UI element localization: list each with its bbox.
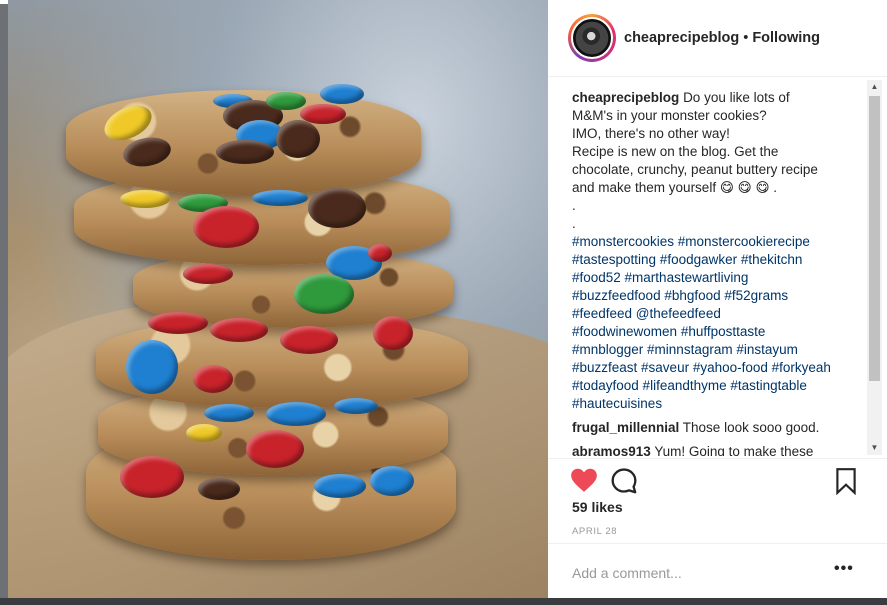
candy <box>308 188 366 228</box>
following-button[interactable]: Following <box>752 30 820 46</box>
candy <box>120 456 184 498</box>
comment-text: Yum! Going to make these <box>654 444 814 456</box>
caption-line: . <box>572 198 576 213</box>
candy <box>368 244 392 262</box>
scroll-down-arrow-icon[interactable]: ▼ <box>867 441 882 455</box>
hashtag-line[interactable]: #feedfeed @thefeedfeed <box>572 305 864 323</box>
candy <box>252 190 308 206</box>
post-date[interactable]: APRIL 28 <box>572 526 617 537</box>
comments-scrollbar[interactable]: ▲ ▼ <box>867 80 882 455</box>
caption-username[interactable]: cheaprecipeblog <box>572 90 679 105</box>
post-photo[interactable] <box>8 0 548 598</box>
candy <box>183 264 233 284</box>
heart-icon[interactable] <box>570 467 598 493</box>
candy <box>294 274 354 314</box>
comment-username[interactable]: abramos913 <box>572 444 651 456</box>
header-separator: • <box>743 30 749 46</box>
caption-line: Do you like lots of <box>683 90 790 105</box>
candy <box>193 365 233 393</box>
comment-input[interactable] <box>570 563 824 583</box>
candy <box>276 120 320 158</box>
caption-line: chocolate, crunchy, peanut buttery recip… <box>572 162 818 177</box>
add-comment-section: ••• <box>548 543 887 599</box>
candy <box>120 190 170 208</box>
candy <box>198 478 240 500</box>
hashtag-line[interactable]: #mnblogger #minnstagram #instayum <box>572 341 864 359</box>
more-options-icon[interactable]: ••• <box>834 560 858 580</box>
post-header: cheaprecipeblog • Following <box>548 0 887 77</box>
post-details-panel: cheaprecipeblog • Following cheaprecipeblo… <box>548 0 887 598</box>
hashtag-line[interactable]: #food52 #marthastewartliving <box>572 269 864 287</box>
modal-backdrop[interactable] <box>0 0 8 605</box>
candy <box>314 474 366 498</box>
avatar[interactable] <box>571 17 613 59</box>
action-bar <box>548 458 887 499</box>
candy <box>204 404 254 422</box>
candy <box>210 318 268 342</box>
candy <box>186 424 222 442</box>
comment-item: frugal_millennial Those look sooo good. <box>572 419 864 437</box>
caption-line: IMO, there's no other way! <box>572 126 730 141</box>
scroll-up-arrow-icon[interactable]: ▲ <box>867 80 882 94</box>
candy <box>370 466 414 496</box>
hashtag-line[interactable]: #tastespotting #foodgawker #thekitchn <box>572 251 864 269</box>
header-user-line: cheaprecipeblog • Following <box>624 30 820 46</box>
candy <box>320 84 364 104</box>
candy <box>266 92 306 110</box>
candy <box>334 398 378 414</box>
hashtag-line[interactable]: #buzzfeast #saveur #yahoo-food #forkyeah <box>572 359 864 377</box>
likes-count[interactable]: 59 likes <box>572 499 623 515</box>
caption-line: Recipe is new on the blog. Get the <box>572 144 779 159</box>
comment-username[interactable]: frugal_millennial <box>572 420 679 435</box>
hashtag-line[interactable]: #buzzfeedfood #bhgfood #f52grams <box>572 287 864 305</box>
candy <box>246 430 304 468</box>
candy <box>266 402 326 426</box>
backdrop-bottom-strip <box>0 598 887 605</box>
candy <box>193 206 259 248</box>
comment-text: Those look sooo good. <box>682 420 820 435</box>
comment-item: abramos913 Yum! Going to make these <box>572 443 864 456</box>
candy <box>373 316 413 350</box>
hashtag-line[interactable]: #monstercookies #monstercookierecipe <box>572 233 864 251</box>
bookmark-icon[interactable] <box>834 467 858 495</box>
candy <box>216 140 274 164</box>
candy <box>148 312 208 334</box>
caption-line: M&M's in your monster cookies? <box>572 108 767 123</box>
candy <box>126 340 178 394</box>
hashtag-line[interactable]: #hautecuisines <box>572 395 864 413</box>
hashtag-line[interactable]: #foodwinewomen #huffposttaste <box>572 323 864 341</box>
hashtag-line[interactable]: #todayfood #lifeandthyme #tastingtable <box>572 377 864 395</box>
comments-list[interactable]: cheaprecipeblog Do you like lots of M&M'… <box>572 89 864 456</box>
caption-line: . <box>572 216 576 231</box>
candy <box>280 326 338 354</box>
scroll-thumb[interactable] <box>869 96 880 381</box>
caption: cheaprecipeblog Do you like lots of M&M'… <box>572 89 864 413</box>
story-ring[interactable] <box>568 14 616 62</box>
comment-icon[interactable] <box>610 467 638 495</box>
header-username[interactable]: cheaprecipeblog <box>624 30 739 46</box>
caption-line: and make them yourself 😋 😋 😋 . <box>572 180 778 195</box>
